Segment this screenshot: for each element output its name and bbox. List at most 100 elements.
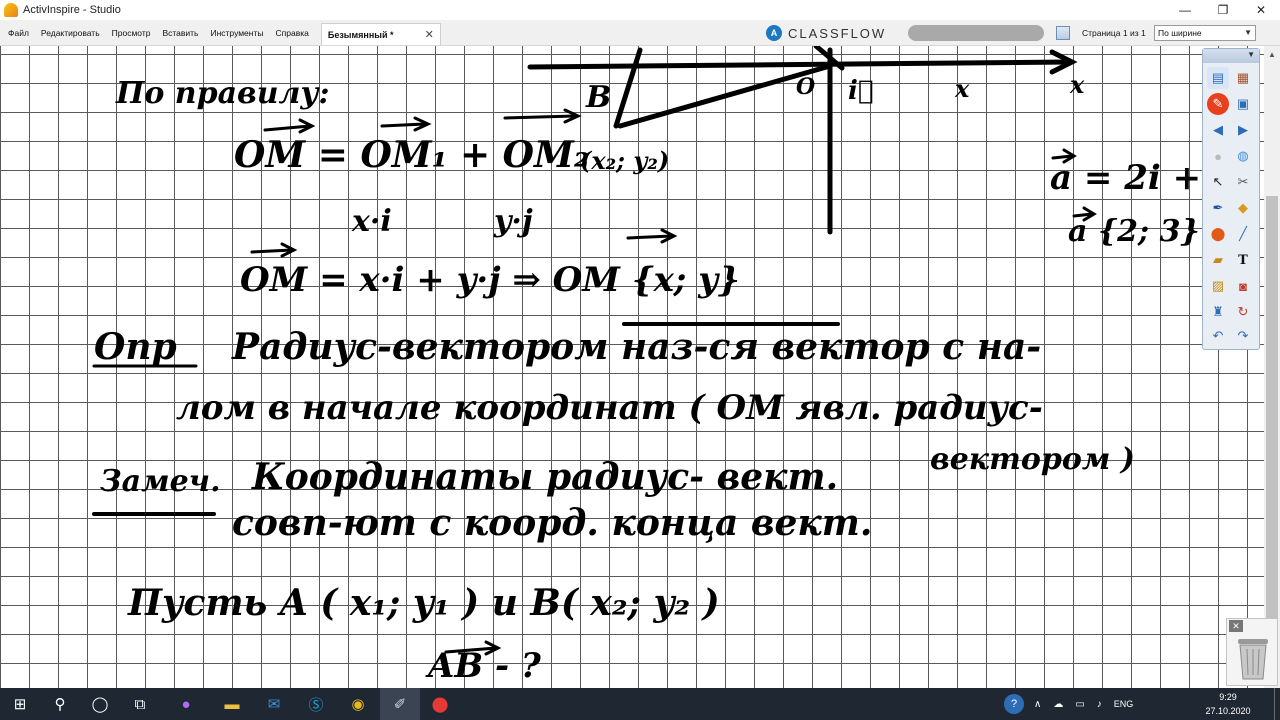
origin-label: O — [796, 74, 816, 100]
b-coords-label: (x₂; y₂) — [580, 146, 670, 175]
restore-icon[interactable]: ↻ — [1232, 301, 1254, 323]
classflow-logo[interactable]: A CLASSFLOW — [766, 22, 886, 44]
x-axis-line — [527, 59, 1073, 70]
system-tray: ? ∧ ☁ ▭ ♪ ENG — [1004, 688, 1133, 720]
arrow-om1 — [380, 116, 432, 132]
gallery-icon[interactable]: ▨ — [1207, 275, 1229, 297]
redo-icon[interactable]: ↷ — [1232, 325, 1254, 347]
skype-icon[interactable]: Ⓢ — [296, 688, 336, 720]
clock[interactable]: 9:29 27.10.2020 — [1198, 690, 1258, 718]
ab-question: AB - ? — [428, 646, 541, 686]
trash-bin-panel[interactable]: ✕ — [1226, 618, 1278, 686]
classflow-login-field[interactable] — [908, 25, 1044, 41]
rule-heading: По правилу: — [116, 76, 330, 111]
vertical-scrollbar[interactable]: ▲ ▼ — [1264, 46, 1280, 688]
show-desktop-button[interactable] — [1274, 688, 1280, 720]
equation-om-result: OM = x·i + y·j ⇒ OM {x; y} — [240, 260, 740, 300]
scroll-thumb[interactable] — [1266, 196, 1278, 646]
browser-icon[interactable]: ▦ — [1232, 67, 1254, 89]
arrow-om — [263, 118, 316, 134]
search-icon[interactable]: ⚲ — [40, 688, 80, 720]
title-bar: ActivInspire - Studio — ❐ ✕ — [0, 0, 1280, 20]
note-label: Замеч. — [100, 464, 221, 499]
text-icon[interactable]: T — [1232, 249, 1254, 271]
fill-icon[interactable]: ◆ — [1232, 197, 1254, 219]
tools-icon[interactable]: ✂ — [1232, 171, 1254, 193]
trash-close-icon[interactable]: ✕ — [1229, 620, 1243, 632]
chevron-down-icon[interactable]: ▼ — [1247, 50, 1255, 59]
start-icon[interactable]: ⊞ — [0, 688, 40, 720]
menu-help[interactable]: Справка — [270, 20, 315, 46]
menu-insert[interactable]: Вставить — [156, 20, 204, 46]
x-axis-label: x — [1070, 70, 1085, 99]
undo-icon[interactable]: ↶ — [1207, 325, 1229, 347]
record-icon[interactable]: ● — [1207, 145, 1229, 167]
chevron-down-icon: ▼ — [1244, 28, 1252, 37]
camera-icon[interactable]: ◙ — [1232, 275, 1254, 297]
pen-red-icon[interactable]: ✎ — [1207, 93, 1229, 115]
shape-icon[interactable]: ⬤ — [1207, 223, 1229, 245]
network-icon[interactable]: ▭ — [1075, 699, 1084, 710]
let-line: Пусть A ( x₁; y₁ ) и B( x₂; y₂ ) — [128, 582, 720, 624]
definition-line-2: лом в начале координат ( OM явл. радиус- — [176, 388, 1043, 428]
flipchart-canvas[interactable]: O x x i⃗ B (x₂; y₂) По правилу: OM = OM₁… — [0, 46, 1264, 688]
cortana-icon[interactable]: ◯ — [80, 688, 120, 720]
help-icon[interactable]: ? — [1004, 694, 1024, 714]
spotlight-icon[interactable]: ♜ — [1207, 301, 1229, 323]
zoom-value: По ширине — [1158, 28, 1202, 38]
x-point-label: x — [955, 74, 970, 103]
highlighter-icon[interactable]: ╱ — [1232, 223, 1254, 245]
clipart-icon[interactable]: ▰ — [1207, 249, 1229, 271]
windows-taskbar: ⊞ ⚲ ◯ ⧉ ● ▬ ✉ Ⓢ ◉ ✐ ⬤ ? ∧ ☁ ▭ ♪ ENG 9:29… — [0, 688, 1280, 720]
pen-icon[interactable]: ✒ — [1207, 197, 1229, 219]
menu-view[interactable]: Просмотр — [106, 20, 157, 46]
volume-icon[interactable]: ♪ — [1097, 699, 1102, 710]
close-button[interactable]: ✕ — [1242, 0, 1280, 20]
select-icon[interactable]: ↖ — [1207, 171, 1229, 193]
window-controls: — ❐ ✕ — [1166, 0, 1280, 20]
equation-y-j: y·j — [494, 204, 533, 239]
menu-edit[interactable]: Редактировать — [35, 20, 106, 46]
menu-file[interactable]: Файл — [2, 20, 35, 46]
page-grid-icon[interactable] — [1056, 26, 1070, 40]
page-indicator: Страница 1 из 1 — [1082, 28, 1146, 38]
page-next-icon[interactable]: ▶ — [1232, 119, 1254, 141]
note-line-2: совп-ют с коорд. конца вект. — [232, 502, 873, 544]
language-indicator[interactable]: ENG — [1114, 699, 1134, 709]
app-logo-icon — [4, 3, 18, 17]
document-tab[interactable]: Безымянный * ✕ — [320, 23, 441, 45]
chrome-icon[interactable]: ◉ — [338, 688, 378, 720]
record-taskbar-icon[interactable]: ⬤ — [420, 688, 460, 720]
classflow-icon: A — [766, 25, 782, 41]
main-menu-icon[interactable]: ▤ — [1207, 67, 1229, 89]
arrow-om-result — [626, 228, 678, 244]
b-point-label: B — [586, 80, 612, 115]
page-prev-icon[interactable]: ◀ — [1207, 119, 1229, 141]
resource-icon[interactable]: ▣ — [1232, 93, 1254, 115]
scroll-up-icon[interactable]: ▲ — [1264, 46, 1280, 62]
toolbox-grip[interactable]: ▼ — [1203, 49, 1259, 63]
task-view-icon[interactable]: ⧉ — [120, 688, 160, 720]
menu-tools[interactable]: Инструменты — [204, 20, 269, 46]
i-vector-label: i⃗ — [848, 76, 874, 106]
equation-x-i: x·i — [352, 204, 392, 239]
equation-om-sum: OM = OM₁ + OM₂ — [234, 134, 590, 176]
arrow-om2 — [503, 108, 582, 124]
tray-chevron-icon[interactable]: ∧ — [1034, 699, 1041, 710]
clock-time: 9:29 — [1219, 692, 1237, 702]
mail-icon[interactable]: ✉ — [254, 688, 294, 720]
definition-line-1: Радиус-вектором наз-ся вектор с на- — [232, 326, 1042, 368]
globe-icon[interactable]: ◍ — [1232, 145, 1254, 167]
clock-date: 27.10.2020 — [1205, 706, 1251, 716]
projection-line — [613, 47, 643, 129]
zoom-select[interactable]: По ширине ▼ — [1154, 25, 1256, 41]
minimize-button[interactable]: — — [1166, 0, 1204, 20]
arrow-om-eq2 — [250, 242, 298, 258]
maximize-button[interactable]: ❐ — [1204, 0, 1242, 20]
cloud-icon[interactable]: ☁ — [1053, 699, 1063, 710]
document-tab-close-icon[interactable]: ✕ — [425, 28, 434, 41]
alice-icon[interactable]: ● — [166, 688, 206, 720]
file-explorer-icon[interactable]: ▬ — [212, 688, 252, 720]
activinspire-taskbar-icon[interactable]: ✐ — [380, 688, 420, 720]
trash-bin-icon — [1238, 639, 1268, 680]
